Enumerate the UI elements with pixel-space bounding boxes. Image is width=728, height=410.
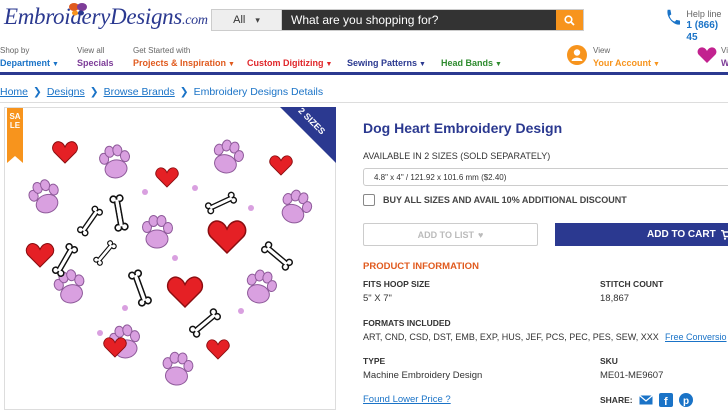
account-icon: [567, 45, 587, 65]
chevron-down-icon: ▾: [255, 14, 260, 25]
size-select[interactable]: 4.8" x 4" / 121.92 x 101.6 mm ($2.40): [363, 168, 728, 186]
search-icon: [564, 14, 575, 26]
help-line[interactable]: Help line 1 (866) 45: [664, 8, 728, 44]
breadcrumb: Home ❯ Designs ❯ Browse Brands ❯ Embroidery…: [0, 86, 323, 98]
caret-down-icon: ▼: [52, 61, 59, 68]
help-label: Help line: [686, 9, 722, 19]
caret-down-icon: ▼: [653, 61, 660, 68]
search-category-label: All: [233, 14, 246, 26]
nav-department-top: Shop by: [0, 46, 30, 55]
nav-specials-label: Specials: [77, 58, 114, 68]
search-button[interactable]: [556, 10, 583, 30]
email-icon[interactable]: [638, 393, 653, 407]
nav-digitizing-label: Custom Digitizing ▼: [247, 58, 333, 68]
nav-sewing-label: Sewing Patterns ▼: [347, 58, 426, 68]
fits-hoop-label: FITS HOOP SIZE: [363, 279, 430, 289]
chevron-right-icon: ❯: [179, 86, 189, 98]
nav-headbands-label: Head Bands ▼: [441, 58, 502, 68]
bundle-label: BUY ALL SIZES AND AVAIL 10% ADDITIONAL D…: [383, 195, 627, 205]
breadcrumb-designs[interactable]: Designs: [47, 86, 85, 98]
breadcrumb-browse-brands[interactable]: Browse Brands: [104, 86, 175, 98]
nav-sewing-patterns[interactable]: . Sewing Patterns▼: [347, 45, 426, 70]
page: EmbroideryDesigns.com All ▾ What are you…: [0, 0, 728, 410]
nav-wishlist-top: Vi: [721, 46, 728, 55]
formats-value: ART, CND, CSD, DST, EMB, EXP, HUS, JEF, …: [363, 332, 659, 342]
stitch-count-label: STITCH COUNT: [600, 279, 664, 289]
cart-icon: [720, 229, 728, 240]
share-bar: SHARE: f p: [600, 393, 693, 407]
bundle-option[interactable]: BUY ALL SIZES AND AVAIL 10% ADDITIONAL D…: [363, 194, 627, 206]
nav-specials[interactable]: View all Specials: [77, 45, 114, 69]
found-lower-price-link[interactable]: Found Lower Price ?: [363, 394, 451, 405]
add-to-cart-label: ADD TO CART: [647, 229, 716, 240]
butterfly-icon: [69, 3, 87, 16]
caret-down-icon: ▼: [495, 61, 502, 68]
chevron-right-icon: ❯: [89, 86, 99, 98]
caret-down-icon: ▼: [419, 61, 426, 68]
caret-down-icon: ▼: [228, 61, 235, 68]
share-label: SHARE:: [600, 395, 633, 405]
nav-wishlist[interactable]: Vi W: [721, 45, 728, 69]
bundle-checkbox[interactable]: [363, 194, 375, 206]
nav-department-label: Department ▼: [0, 58, 59, 68]
heart-icon: ♥: [478, 229, 484, 240]
search-input[interactable]: What are you shopping for?: [282, 10, 556, 30]
search-bar: All ▾ What are you shopping for?: [211, 9, 584, 31]
breadcrumb-home[interactable]: Home: [0, 86, 28, 98]
free-conversion-link[interactable]: Free Conversio: [665, 332, 727, 342]
add-to-list-button[interactable]: ADD TO LIST ♥: [363, 223, 538, 246]
nav-account-top: View: [593, 46, 611, 55]
site-logo[interactable]: EmbroideryDesigns.com: [4, 4, 208, 30]
availability-text: AVAILABLE IN 2 SIZES (SOLD SEPARATELY): [363, 151, 551, 161]
nav-divider: [0, 72, 728, 75]
breadcrumb-divider: [0, 102, 728, 103]
nav-account-label: Your Account ▼: [593, 58, 660, 68]
type-value: Machine Embroidery Design: [363, 370, 483, 381]
breadcrumb-current: Embroidery Designs Details: [193, 86, 324, 98]
nav-specials-top: View all: [77, 46, 105, 55]
svg-text:p: p: [683, 396, 689, 407]
add-to-cart-button[interactable]: ADD TO CART: [555, 223, 728, 246]
sku-label: SKU: [600, 356, 618, 366]
search-category-select[interactable]: All ▾: [212, 10, 282, 30]
nav-digitizing[interactable]: . Custom Digitizing▼: [247, 45, 332, 70]
stitch-count-value: 18,867: [600, 293, 630, 304]
add-to-list-label: ADD TO LIST: [417, 229, 474, 240]
sku-value: ME01-ME9607: [600, 370, 664, 381]
nav-head-bands[interactable]: . Head Bands▼: [441, 45, 502, 70]
nav-projects-top: Get Started with: [133, 46, 191, 55]
help-number[interactable]: 1 (866) 45: [686, 20, 728, 44]
facebook-icon[interactable]: f: [658, 393, 673, 407]
phone-icon: [667, 9, 681, 25]
pinterest-icon[interactable]: p: [678, 393, 693, 407]
chevron-right-icon: ❯: [33, 86, 42, 98]
nav-your-account[interactable]: View Your Account ▼: [593, 45, 660, 70]
type-label: TYPE: [363, 356, 386, 366]
caret-down-icon: ▼: [325, 61, 333, 68]
product-info-heading: PRODUCT INFORMATION: [363, 261, 479, 272]
nav-department[interactable]: Shop by Department ▼: [0, 45, 59, 70]
nav-projects-label: Projects & Inspiration ▼: [133, 58, 235, 68]
nav-wishlist-label: W: [721, 58, 728, 68]
sale-badge-text: SALE: [9, 112, 21, 130]
product-title: Dog Heart Embroidery Design: [363, 120, 563, 136]
svg-text:f: f: [664, 396, 668, 407]
fits-hoop-value: 5" X 7": [363, 293, 392, 304]
formats-label: FORMATS INCLUDED: [363, 318, 451, 328]
help-text: Help line 1 (866) 45: [686, 8, 728, 44]
nav-projects[interactable]: Get Started with Projects & Inspiration ▼: [133, 45, 235, 70]
heart-icon: [697, 47, 717, 63]
